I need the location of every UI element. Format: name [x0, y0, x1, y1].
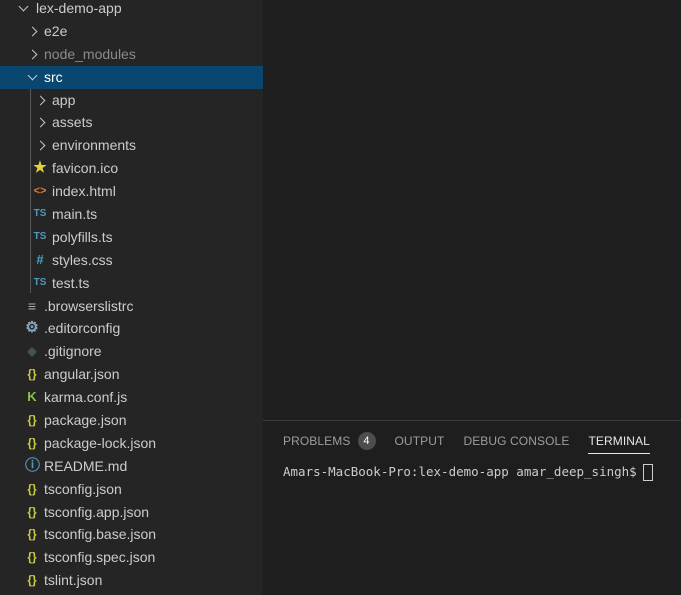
explorer-sidebar: lex-demo-app e2e node_modulessrc app assets e…: [0, 0, 263, 595]
chevron-down-icon: [18, 1, 29, 12]
json-icon: {}: [27, 573, 37, 588]
folder-lex-demo-app[interactable]: lex-demo-app: [0, 0, 263, 20]
tree-item-label: lex-demo-app: [36, 0, 122, 16]
file-tslint-json[interactable]: {} tslint.json: [0, 569, 263, 592]
json-icon: {}: [27, 527, 37, 542]
gear-icon: ⚙: [25, 319, 39, 337]
tree-item-label: .editorconfig: [44, 320, 121, 337]
tree-item-label: src: [44, 68, 63, 85]
json-icon: {}: [27, 550, 37, 565]
chevron-right-icon: [35, 118, 46, 128]
chevron-right-icon: [27, 49, 38, 60]
folder-e2e[interactable]: e2e: [0, 20, 263, 43]
tree-item-label: polyfills.ts: [52, 228, 113, 245]
folder-assets[interactable]: assets: [0, 111, 263, 134]
file-favicon-ico[interactable]: ★ favicon.ico: [0, 157, 263, 180]
file-index-html[interactable]: <> index.html: [0, 180, 263, 203]
tree-item-label: test.ts: [52, 274, 90, 291]
lines-icon: ≡: [27, 297, 37, 314]
tree-item-label: tsconfig.app.json: [44, 503, 150, 520]
terminal[interactable]: Amars-MacBook-Pro:lex-demo-app amar_deep…: [283, 464, 653, 481]
css-icon: #: [36, 251, 44, 267]
tree-item-label: .gitignore: [44, 343, 102, 360]
file-tree: lex-demo-app e2e node_modulessrc app assets e…: [0, 0, 263, 592]
folder-src[interactable]: src: [0, 65, 263, 89]
tree-item-label: tsconfig.base.json: [44, 526, 157, 543]
typescript-icon: TS: [33, 276, 47, 288]
tab-problems-label: PROBLEMS: [283, 434, 351, 448]
editor-area: [263, 0, 681, 420]
tree-item-label: package-lock.json: [44, 434, 157, 451]
tree-item-label: environments: [52, 137, 137, 154]
folder-node-modules[interactable]: node_modules: [0, 43, 263, 66]
file-package-lock-json[interactable]: {} package-lock.json: [0, 432, 263, 455]
tree-item-label: README.md: [44, 457, 128, 474]
chevron-right-icon: [35, 140, 46, 151]
tree-item-label: node_modules: [44, 45, 136, 62]
folder-environments[interactable]: environments: [0, 134, 263, 157]
chevron-down-icon: [27, 70, 38, 81]
tree-item-label: styles.css: [52, 251, 113, 268]
file-readme-md[interactable]: ⓘ README.md: [0, 455, 263, 478]
info-icon: ⓘ: [25, 456, 41, 474]
tree-item-label: angular.json: [44, 366, 120, 383]
tree-item-label: app: [52, 91, 76, 108]
typescript-icon: TS: [33, 230, 47, 242]
html-icon: <>: [33, 185, 47, 198]
problems-count-badge: 4: [357, 431, 376, 450]
tree-item-label: tslint.json: [44, 572, 103, 589]
file-angular-json[interactable]: {} angular.json: [0, 363, 263, 386]
json-icon: {}: [27, 367, 37, 382]
tree-item-label: karma.conf.js: [44, 389, 128, 406]
tree-item-label: tsconfig.json: [44, 480, 122, 497]
file-tsconfig-spec-json[interactable]: {} tsconfig.spec.json: [0, 546, 263, 569]
json-icon: {}: [27, 504, 37, 519]
file-gitignore[interactable]: ◆ .gitignore: [0, 340, 263, 363]
panel-tabs: PROBLEMS 4 OUTPUT DEBUG CONSOLE TERMINAL: [283, 431, 669, 454]
tree-item-label: assets: [52, 114, 93, 131]
file-browserslistrc[interactable]: ≡ .browserslistrc: [0, 295, 263, 318]
file-main-ts[interactable]: TS main.ts: [0, 203, 263, 226]
tab-problems[interactable]: PROBLEMS 4: [283, 431, 376, 453]
json-icon: {}: [27, 435, 37, 450]
tree-item-label: main.ts: [52, 206, 98, 223]
file-karma-conf-js[interactable]: Kkarma.conf.js: [0, 386, 263, 409]
karma-icon: K: [27, 389, 37, 405]
file-tsconfig-json[interactable]: {} tsconfig.json: [0, 478, 263, 501]
json-icon: {}: [27, 413, 37, 428]
terminal-cursor: [642, 464, 653, 481]
terminal-prompt: Amars-MacBook-Pro:lex-demo-app amar_deep…: [283, 464, 637, 479]
tree-item-label: .browserslistrc: [44, 297, 134, 314]
file-styles-css[interactable]: # styles.css: [0, 249, 263, 272]
chevron-right-icon: [35, 95, 46, 106]
git-icon: ◆: [27, 344, 37, 359]
tab-debug-console[interactable]: DEBUG CONSOLE: [463, 431, 569, 453]
star-icon: ★: [33, 159, 47, 177]
file-tsconfig-base-json[interactable]: {} tsconfig.base.json: [0, 523, 263, 546]
json-icon: {}: [27, 481, 37, 496]
tree-item-label: index.html: [52, 183, 116, 200]
file-test-ts[interactable]: TS test.ts: [0, 272, 263, 295]
folder-app[interactable]: app: [0, 89, 263, 112]
tab-output[interactable]: OUTPUT: [395, 431, 445, 453]
tree-item-label: e2e: [44, 22, 68, 39]
typescript-icon: TS: [33, 208, 47, 220]
tree-item-label: tsconfig.spec.json: [44, 549, 156, 566]
tree-item-label: package.json: [44, 412, 127, 429]
tree-item-label: favicon.ico: [52, 160, 119, 177]
file-editorconfig[interactable]: ⚙ .editorconfig: [0, 317, 263, 340]
file-package-json[interactable]: {} package.json: [0, 409, 263, 432]
bottom-panel: PROBLEMS 4 OUTPUT DEBUG CONSOLE TERMINAL …: [263, 420, 681, 595]
tab-terminal[interactable]: TERMINAL: [588, 431, 650, 454]
file-polyfills-ts[interactable]: TS polyfills.ts: [0, 226, 263, 249]
chevron-right-icon: [27, 26, 38, 37]
file-tsconfig-app-json[interactable]: {} tsconfig.app.json: [0, 501, 263, 524]
